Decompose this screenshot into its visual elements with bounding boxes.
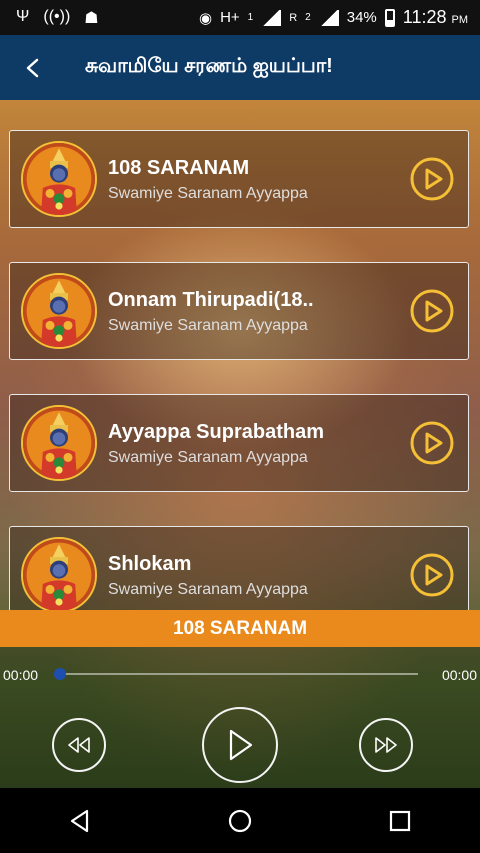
network-label-2: R <box>289 11 298 24</box>
signal-icon-2 <box>318 9 339 26</box>
elapsed-time: 00:00 <box>3 667 39 683</box>
battery-icon <box>384 8 395 27</box>
track-thumbnail <box>21 273 97 349</box>
signal-icon <box>261 9 282 26</box>
seek-bar[interactable] <box>58 673 418 675</box>
rewind-icon <box>68 737 90 753</box>
track-thumbnail <box>21 405 97 481</box>
status-bar: Ψ ((•)) ☗ ◉ H+ 1 R 2 34% 11:28 PM <box>0 0 480 35</box>
wifi-hotspot-icon: ((•)) <box>43 7 71 25</box>
play-button[interactable] <box>202 707 278 783</box>
track-thumbnail <box>21 537 97 610</box>
nav-home-icon[interactable] <box>227 808 253 834</box>
fast-forward-icon <box>375 737 397 753</box>
chevron-left-icon <box>26 58 38 77</box>
app-bar: சுவாமியே சரணம் ஐயப்பா! <box>0 35 480 100</box>
now-playing-title: 108 SARANAM <box>0 610 480 647</box>
page-title: சுவாமியே சரணம் ஐயப்பா! <box>85 55 333 77</box>
wifi-icon: ◉ <box>198 9 213 27</box>
back-button[interactable] <box>0 35 65 100</box>
track-item[interactable]: 108 SARANAM Swamiye Saranam Ayyappa <box>9 130 469 228</box>
player-controls: 00:00 00:00 <box>0 647 480 788</box>
navigation-bar <box>0 788 480 853</box>
seek-thumb[interactable] <box>54 668 66 680</box>
play-circle-icon[interactable] <box>410 157 454 201</box>
android-icon: ☗ <box>84 9 99 27</box>
nav-back-icon[interactable] <box>67 808 93 834</box>
track-title: Ayyappa Suprabatham <box>108 421 324 443</box>
play-circle-icon[interactable] <box>410 289 454 333</box>
clock: 11:28 PM <box>402 7 468 27</box>
track-title: Onnam Thirupadi(18.. <box>108 289 314 311</box>
usb-icon: Ψ <box>16 7 30 25</box>
track-thumbnail <box>21 141 97 217</box>
nav-recents-icon[interactable] <box>387 808 413 834</box>
track-title: Shlokam <box>108 553 192 575</box>
track-subtitle: Swamiye Saranam Ayyappa <box>108 185 308 202</box>
track-subtitle: Swamiye Saranam Ayyappa <box>108 449 308 466</box>
track-item[interactable]: Ayyappa Suprabatham Swamiye Saranam Ayya… <box>9 394 469 492</box>
battery-percent: 34% <box>346 9 377 26</box>
track-item[interactable]: Shlokam Swamiye Saranam Ayyappa <box>9 526 469 610</box>
track-item[interactable]: Onnam Thirupadi(18.. Swamiye Saranam Ayy… <box>9 262 469 360</box>
network-label-1: H+ <box>220 9 240 26</box>
rewind-button[interactable] <box>52 718 106 772</box>
play-circle-icon[interactable] <box>410 553 454 597</box>
total-time: 00:00 <box>441 667 477 683</box>
sim-2-label: 2 <box>305 12 311 23</box>
play-icon <box>229 729 253 761</box>
fast-forward-button[interactable] <box>359 718 413 772</box>
track-subtitle: Swamiye Saranam Ayyappa <box>108 581 308 598</box>
track-list[interactable]: 108 SARANAM Swamiye Saranam Ayyappa Onna… <box>0 100 480 610</box>
track-subtitle: Swamiye Saranam Ayyappa <box>108 317 308 334</box>
play-circle-icon[interactable] <box>410 421 454 465</box>
sim-1-label: 1 <box>247 12 254 23</box>
track-title: 108 SARANAM <box>108 157 250 179</box>
